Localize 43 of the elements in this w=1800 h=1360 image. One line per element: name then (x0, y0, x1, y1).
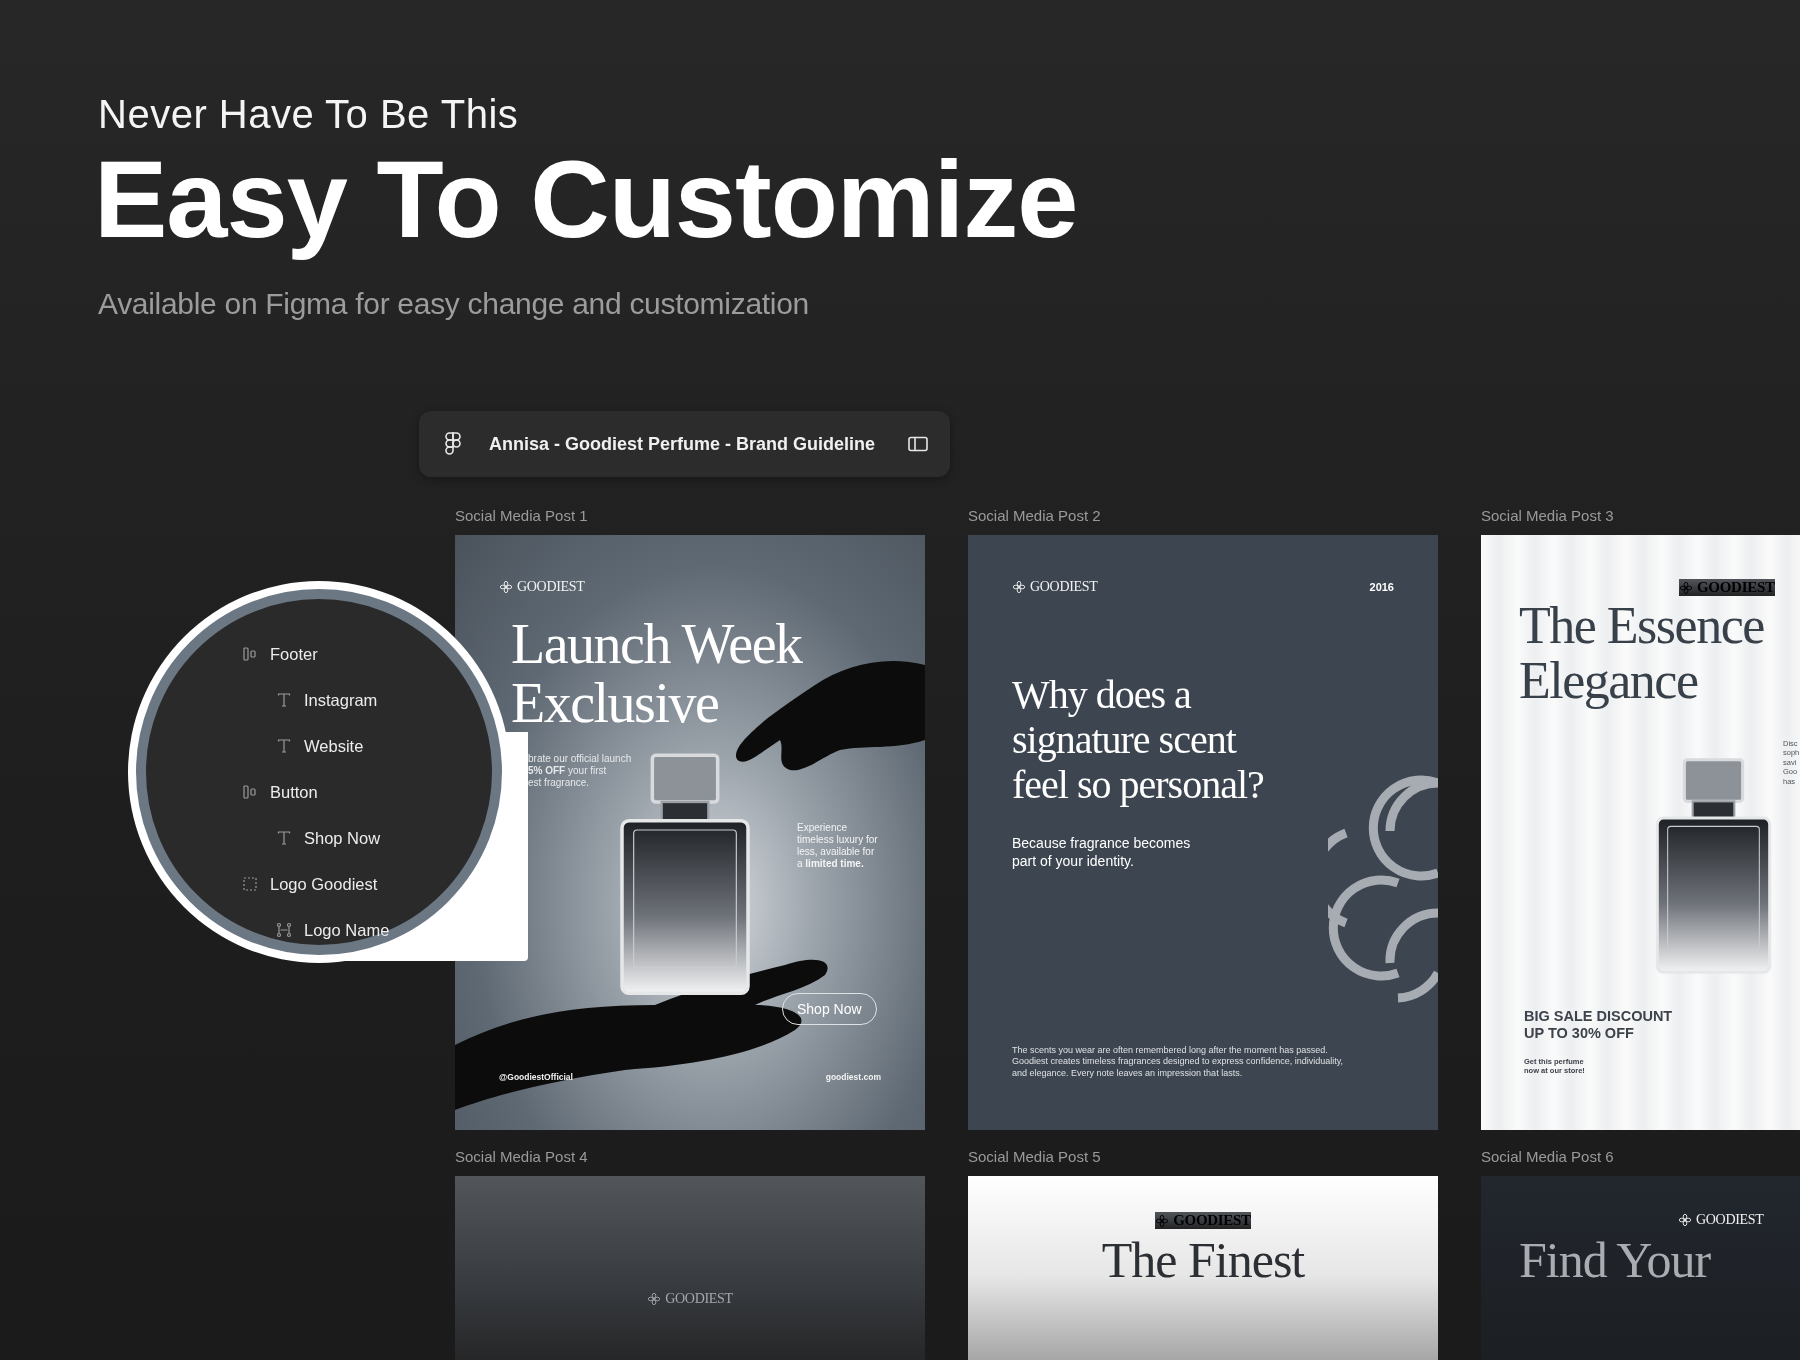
layer-row[interactable]: Instagram (276, 677, 378, 723)
post-headline: Find Your (1519, 1234, 1711, 1287)
text-layer-icon (276, 692, 292, 708)
layer-row[interactable]: Website (276, 723, 364, 769)
post-headline: The Essence Elegance (1519, 599, 1764, 709)
layer-row[interactable]: Shop Now (276, 815, 381, 861)
frame-label: Social Media Post 4 (455, 1148, 588, 1165)
brand-logo: GOODIEST (1012, 579, 1098, 595)
post-headline: Launch Week Exclusive (511, 615, 802, 733)
frame-label: Social Media Post 3 (1481, 507, 1614, 524)
brand-logo: GOODIEST (1678, 1212, 1764, 1228)
post-body-text: The scents you wear are often remembered long after the moment has passed. Goodiest creates timeless fragrances designed to express confidence, individuality, and elegance. Every note leaves an impression that lasts. (1012, 1045, 1344, 1079)
layer-row[interactable]: Button (242, 769, 318, 815)
social-handle: @GoodiestOfficial (499, 1072, 573, 1082)
text-layer-icon (276, 830, 292, 846)
auto-layout-icon (242, 784, 258, 800)
hero-eyebrow: Never Have To Be This (98, 92, 520, 137)
brand-logo: GOODIEST (499, 579, 585, 595)
auto-layout-icon (242, 646, 258, 662)
brand-logo: GOODIEST (1155, 1212, 1251, 1229)
post-subheading: Because fragrance becomes part of your identity. (1012, 834, 1191, 871)
frame-label: Social Media Post 6 (1481, 1148, 1614, 1165)
layer-row[interactable]: Logo Goodiest (242, 861, 378, 907)
sidebar-toggle-icon[interactable] (908, 436, 928, 452)
frame-label: Social Media Post 5 (968, 1148, 1101, 1165)
text-layer-icon (276, 738, 292, 754)
post-headline: Why does a signature scent feel so personal? (1012, 673, 1264, 808)
figma-logo-icon (445, 432, 461, 456)
year-text: 2016 (1369, 581, 1394, 593)
frame-label: Social Media Post 1 (455, 507, 588, 524)
file-title: Annisa - Goodiest Perfume - Brand Guideline (489, 433, 877, 455)
sale-heading: BIG SALE DISCOUNT UP TO 30% OFF (1524, 1008, 1673, 1043)
layer-row[interactable]: Logo Name (276, 907, 390, 953)
layer-row[interactable]: Footer (242, 631, 318, 677)
group-layer-icon (242, 876, 258, 892)
frame-label: Social Media Post 2 (968, 507, 1101, 524)
promo-text: brate our official launch 5% OFF your first est fragrance. (528, 753, 632, 789)
brand-logo: GOODIEST (1679, 579, 1775, 596)
offer-note: Experience timeless luxury for less, available for a limited time. (797, 822, 878, 870)
vector-layer-icon (276, 922, 292, 938)
brand-logo: GOODIEST (647, 1291, 733, 1307)
hero-subtitle: Available on Figma for easy change and customization (98, 286, 810, 321)
post-headline: The Finest (1100, 1234, 1306, 1287)
